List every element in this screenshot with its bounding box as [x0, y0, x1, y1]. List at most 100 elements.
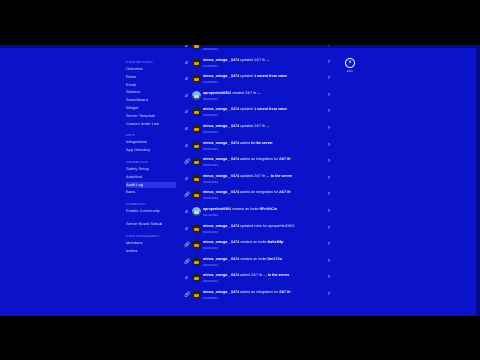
sidebar-item-soundboard[interactable]: Soundboard	[126, 97, 176, 103]
sidebar-item-audit-log[interactable]: Audit Log	[126, 181, 176, 188]
audit-log-entry[interactable]: ♬ minus_omega__0474 updated roles for apr…	[182, 222, 334, 238]
sidebar-item-label: App Directory	[126, 147, 151, 153]
audit-log-entry[interactable]: 🔗 minus_omega__0474 created an invite 8wK…	[182, 238, 334, 254]
entry-timestamp: 03/26/2024	[203, 196, 219, 201]
entry-user: aproperbird0502	[203, 90, 233, 95]
entry-timestamp: 03/26/2024	[203, 246, 219, 251]
sidebar-item-label: Server Boost Status	[126, 221, 162, 226]
chevron-right-icon[interactable]: ›	[328, 274, 330, 280]
entry-action: added	[240, 140, 252, 145]
chevron-right-icon[interactable]: ›	[328, 191, 330, 197]
boost-count: 4	[159, 221, 162, 226]
audit-log-entry[interactable]: ♬ minus_omega__0474 added to the server 03…	[182, 139, 334, 155]
chevron-right-icon[interactable]: ›	[328, 258, 330, 264]
sidebar-item-label: Invites	[126, 247, 138, 253]
chevron-right-icon[interactable]: ›	[328, 92, 330, 98]
entry-message: minus_omega__0474 added an integration f…	[203, 190, 321, 195]
entry-timestamp: 03/26/2024	[203, 113, 219, 118]
chevron-right-icon[interactable]: ›	[328, 175, 330, 181]
entry-message: minus_omega__0474 created an invite Dm17…	[203, 257, 321, 262]
entry-user: minus_omega__0474	[203, 273, 241, 278]
chevron-right-icon[interactable]: ›	[328, 108, 330, 114]
entry-action: updated 24/7 lfr —	[240, 173, 271, 178]
sound-icon: ♬	[184, 126, 190, 132]
sidebar-item-app-directory[interactable]: App Directory	[126, 147, 176, 153]
close-icon[interactable]: ×	[345, 58, 355, 68]
audit-log-entry[interactable]: ♬ minus_omega__0474 updated 1 sound from …	[182, 72, 334, 88]
integration-icon: 🔗	[184, 159, 191, 166]
audit-log-entry[interactable]: ♬ minus_omega__0474 updated 24/7 lfr — to…	[182, 172, 334, 188]
entry-message: minus_omega__0474 updated 24/7 lfr —	[203, 124, 321, 129]
audit-log-entry[interactable]: ♬ minus_omega__0474 updated 24/7 lfr — 03…	[182, 122, 334, 138]
entry-message: minus_omega__0474 updated roles for apro…	[203, 224, 321, 229]
close-settings[interactable]: × ESC	[343, 58, 357, 76]
entry-timestamp: 03/26/2024	[203, 296, 219, 300]
scrollbar[interactable]	[476, 45, 480, 316]
audit-log-entry[interactable]: ♬ aproperbird0502 created an invite RPnVt…	[182, 205, 334, 221]
audit-log-entry[interactable]: 🔗 minus_omega__0474 added an integration …	[182, 188, 334, 204]
entry-timestamp: 03/26/2024	[203, 47, 219, 51]
sidebar-item-automod[interactable]: AutoMod	[126, 174, 176, 180]
sidebar-item-server-template[interactable]: Server Template	[126, 113, 176, 119]
entry-action: added 24/7 lfr —	[240, 273, 268, 278]
entry-user: minus_omega__0474	[203, 173, 241, 178]
chevron-right-icon[interactable]: ›	[328, 291, 330, 297]
chevron-right-icon[interactable]: ›	[328, 75, 330, 81]
chevron-right-icon[interactable]: ›	[328, 125, 330, 131]
chevron-right-icon[interactable]: ›	[328, 59, 330, 65]
avatar	[192, 173, 201, 183]
audit-log-entry[interactable]: ♬ minus_omega__0474 updated 1 sound from …	[182, 105, 334, 121]
chevron-right-icon[interactable]: ›	[328, 225, 330, 231]
chevron-right-icon[interactable]: ›	[328, 45, 330, 48]
entry-action: created an invite	[232, 207, 260, 211]
sidebar-item-bans[interactable]: Bans	[126, 189, 176, 195]
entry-user: minus_omega__0474	[203, 140, 241, 145]
audit-log-entry[interactable]: ♬ aproperbird0502 created 24/7 lfr — 03/2…	[182, 89, 334, 105]
chevron-right-icon[interactable]: ›	[328, 142, 330, 148]
sidebar-item-custom-invite-link[interactable]: Custom Invite Link	[126, 121, 176, 127]
chevron-right-icon[interactable]: ›	[328, 208, 330, 214]
sidebar-item-members[interactable]: Members	[126, 240, 176, 246]
entry-action: updated roles for aproperbird0502	[240, 223, 295, 228]
entry-target: 24/7 lfr	[279, 190, 291, 195]
sidebar-item-widget[interactable]: Widget	[126, 105, 176, 111]
entry-message: minus_omega__0474 created an invite 8wKz…	[203, 240, 321, 245]
entry-timestamp: 03/26/2024	[203, 279, 219, 284]
entry-message: minus_omega__0474 updated 24/7 lfr —	[203, 58, 321, 63]
entry-action: updated	[240, 74, 255, 79]
sidebar-item-roles[interactable]: Roles	[126, 74, 176, 80]
audit-log-entry[interactable]: 🔗 minus_omega__0474 added an integration …	[182, 155, 334, 171]
sound-icon: ♬	[184, 142, 190, 149]
chevron-right-icon[interactable]: ›	[328, 241, 330, 247]
audit-log-entry[interactable]: 🔗 minus_omega__0474 added an integration …	[182, 288, 334, 304]
audit-log-entry[interactable]: ♬ minus_omega__0474 added 24/7 lfr — to t…	[182, 271, 334, 287]
entry-action: created an invite	[240, 240, 268, 245]
entry-action: updated 24/7 lfr —	[240, 57, 270, 62]
integration-icon: 🔗	[184, 192, 191, 199]
sidebar-item-enable-community[interactable]: Enable Community	[126, 208, 176, 214]
entry-user: minus_omega__0474	[203, 57, 241, 62]
sidebar-item-overview[interactable]: Overview	[126, 66, 176, 72]
entry-timestamp: 03/26/2024	[203, 96, 219, 101]
sidebar-item-integrations[interactable]: Integrations	[126, 139, 176, 145]
avatar	[192, 57, 201, 67]
sidebar-item-safety-setup[interactable]: Safety Setup	[126, 166, 176, 172]
entry-target: 1 sound from voice	[254, 107, 288, 112]
sidebar-item-server-boost-status[interactable]: Server Boost Status 4	[126, 221, 176, 227]
sound-icon: ♬	[184, 175, 190, 182]
entry-timestamp: 03/26/2024	[203, 213, 219, 217]
entry-target: 24/7 lfr	[279, 157, 291, 162]
sidebar-item-invites[interactable]: Invites	[126, 248, 176, 254]
audit-log-entry[interactable]: 🔗 minus_omega__0474 created an invite Dm1…	[182, 255, 334, 271]
entry-target: RPnVtXJn	[259, 207, 277, 211]
sidebar-item-label: Roles	[126, 73, 137, 79]
entry-timestamp: 03/26/2024	[203, 163, 219, 168]
entry-action: added an integration for	[240, 290, 280, 294]
audit-log-entry[interactable]: ♬ minus_omega__0474 updated 24/7 lfr — 03…	[182, 56, 334, 72]
entry-action: updated 24/7 lfr —	[240, 124, 270, 128]
sidebar-item-stickers[interactable]: Stickers	[126, 89, 176, 95]
sidebar-item-emoji[interactable]: Emoji	[126, 82, 176, 88]
chevron-right-icon[interactable]: ›	[328, 158, 330, 164]
entry-timestamp: 03/26/2024	[203, 130, 219, 134]
audit-log-entry[interactable]: ♬ minus_omega__0474 updated the sound03/2…	[182, 45, 334, 55]
